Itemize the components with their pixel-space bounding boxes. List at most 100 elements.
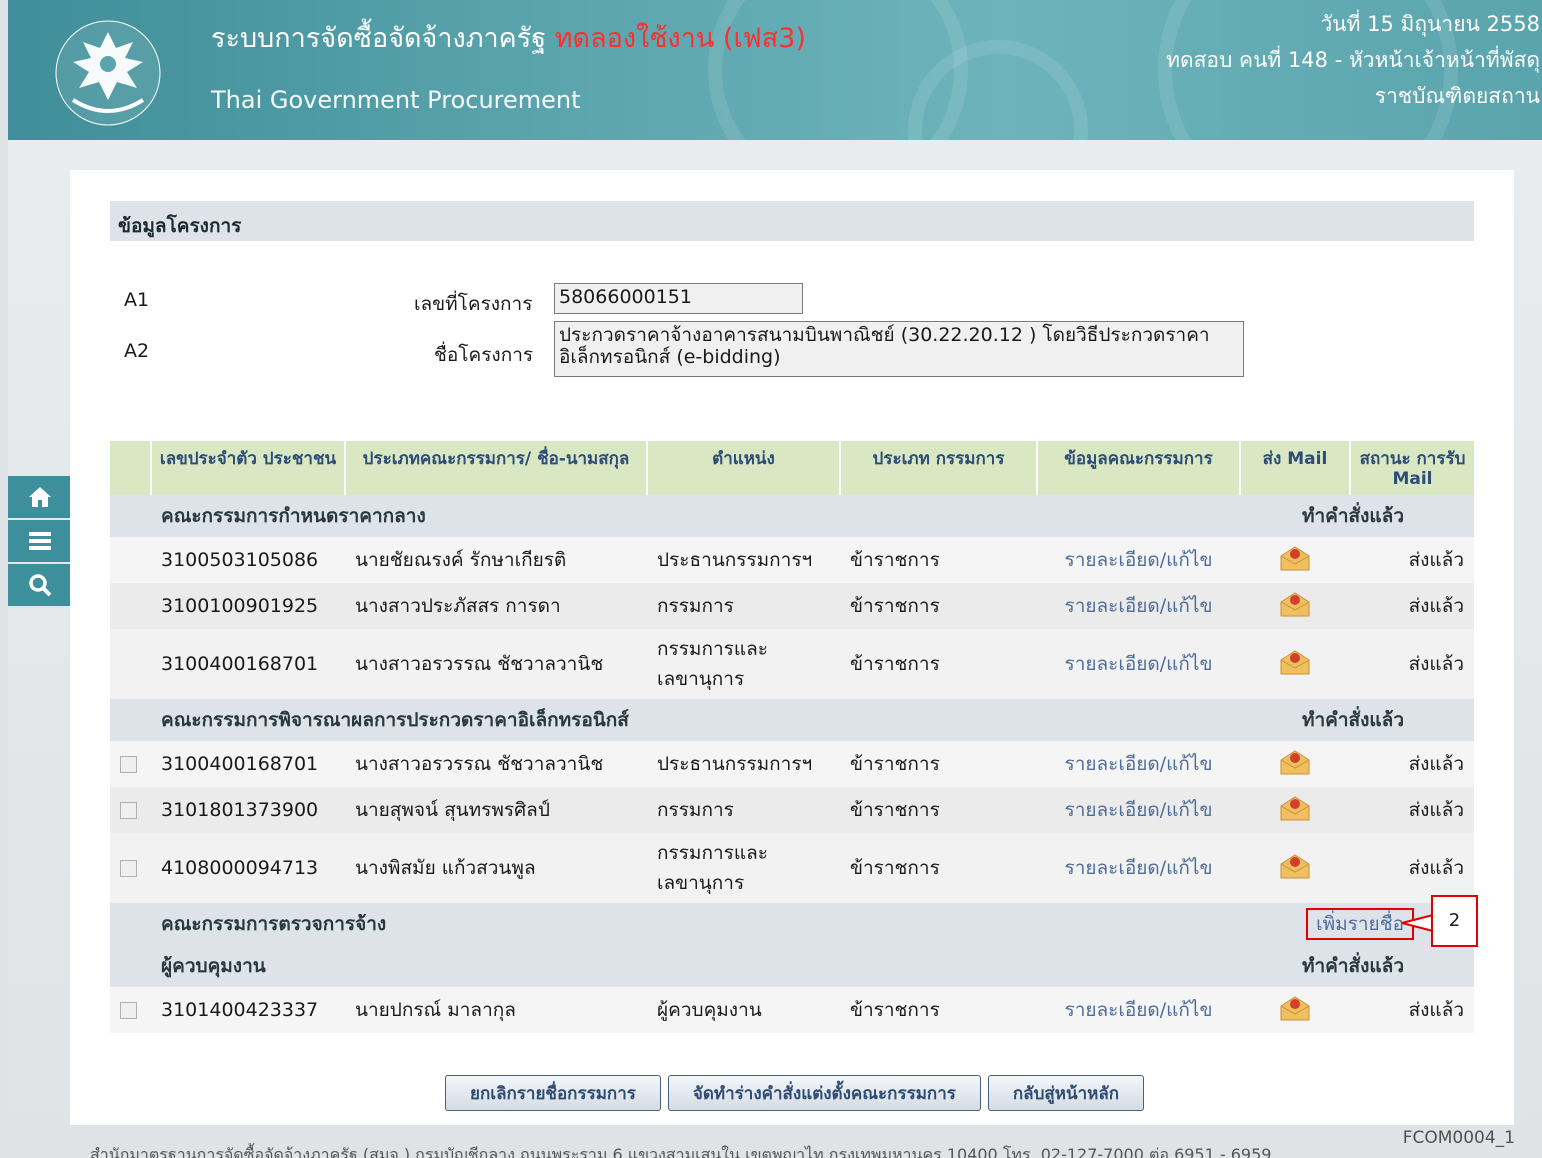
member-type: ข้าราชการ — [840, 987, 1037, 1033]
group-name: คณะกรรมการพิจารณาผลการประกวดราคาอิเล็กทร… — [151, 699, 1240, 741]
group-name: คณะกรรมการตรวจการจ้าง — [151, 903, 1240, 945]
send-mail-button[interactable] — [1240, 629, 1350, 699]
page-code: FCOM0004_1 — [1402, 1128, 1515, 1148]
member-type: ข้าราชการ — [840, 787, 1037, 833]
group-row: คณะกรรมการพิจารณาผลการประกวดราคาอิเล็กทร… — [110, 699, 1474, 741]
send-mail-button[interactable] — [1240, 787, 1350, 833]
send-mail-button[interactable] — [1240, 833, 1350, 903]
user-info: วันที่ 15 มิถุนายน 2558 ทดสอบ คนที่ 148 … — [1166, 6, 1540, 114]
detail-edit-link[interactable]: รายละเอียด/แก้ไข — [1037, 833, 1240, 903]
app-subtitle: Thai Government Procurement — [211, 86, 581, 114]
user-org: ราชบัณฑิตยสถาน — [1374, 84, 1540, 108]
member-type: ข้าราชการ — [840, 833, 1037, 903]
table-row: 3101400423337 นายปกรณ์ มาลากุล ผู้ควบคุม… — [110, 987, 1474, 1033]
citizen-id: 3100100901925 — [151, 583, 345, 629]
mail-status: ส่งแล้ว — [1350, 787, 1474, 833]
row-checkbox-cell — [110, 787, 151, 833]
table-row: 3100503105086 นายชัยณรงค์ รักษาเกียรติ ป… — [110, 537, 1474, 583]
table-row: 4108000094713 นางพิสมัย แก้วสวนพูล กรรมก… — [110, 833, 1474, 903]
garuda-seal-icon — [55, 20, 161, 126]
home-icon — [28, 487, 51, 507]
detail-edit-link[interactable]: รายละเอียด/แก้ไข — [1037, 741, 1240, 787]
mail-icon — [1280, 995, 1310, 1020]
app-title-trial: ทดลองใช้งาน (เฟส3) — [554, 23, 806, 54]
member-position: ประธานกรรมการฯ — [647, 741, 840, 787]
member-name: นายสุพจน์ สุนทรพรศิลป์ — [345, 787, 647, 833]
row-checkbox[interactable] — [120, 756, 137, 773]
project-number-field[interactable]: 58066000151 — [554, 283, 803, 314]
field-code-a2: A2 — [124, 340, 150, 362]
member-position: กรรมการและ เลขานุการ — [647, 833, 840, 903]
send-mail-button[interactable] — [1240, 741, 1350, 787]
field-code-a1: A1 — [124, 289, 150, 311]
back-home-button[interactable]: กลับสู่หน้าหลัก — [987, 1075, 1145, 1111]
mail-status: ส่งแล้ว — [1350, 833, 1474, 903]
add-member-link[interactable]: เพิ่มรายชื่อ — [1306, 908, 1414, 940]
draft-order-button[interactable]: จัดทำร่างคำสั่งแต่งตั้งคณะกรรมการ — [667, 1075, 981, 1111]
member-position: ประธานกรรมการฯ — [647, 537, 840, 583]
project-name-field[interactable]: ประกวดราคาจ้างอาคารสนามบินพาณิชย์ (30.22… — [554, 321, 1244, 377]
row-checkbox[interactable] — [120, 860, 137, 877]
mail-icon — [1280, 545, 1310, 570]
search-button[interactable] — [8, 564, 71, 606]
table-row: 3100400168701 นางสาวอรวรรณ ชัชวาลวานิช ก… — [110, 629, 1474, 699]
send-mail-button[interactable] — [1240, 987, 1350, 1033]
row-checkbox-cell — [110, 741, 151, 787]
detail-edit-link[interactable]: รายละเอียด/แก้ไข — [1037, 583, 1240, 629]
home-button[interactable] — [8, 476, 71, 518]
quick-sidebar — [8, 476, 71, 608]
callout-pointer — [1401, 914, 1434, 932]
detail-edit-link[interactable]: รายละเอียด/แก้ไข — [1037, 987, 1240, 1033]
col-header-detail: ข้อมูลคณะกรรมการ — [1036, 441, 1240, 495]
project-info-heading: ข้อมูลโครงการ — [110, 201, 1474, 241]
table-row: 3100400168701 นางสาวอรวรรณ ชัชวาลวานิช ป… — [110, 741, 1474, 787]
member-name: นางสาวอรวรรณ ชัชวาลวานิช — [345, 629, 647, 699]
menu-icon — [28, 532, 51, 550]
send-mail-button[interactable] — [1240, 537, 1350, 583]
header-banner: ระบบการจัดซื้อจัดจ้างภาครัฐ ทดลองใช้งาน … — [8, 0, 1542, 140]
row-checkbox[interactable] — [120, 802, 137, 819]
member-name: นางพิสมัย แก้วสวนพูล — [345, 833, 647, 903]
citizen-id: 3101801373900 — [151, 787, 345, 833]
col-header-name: ประเภทคณะกรรมการ/ ชื่อ-นามสกุล — [344, 441, 647, 495]
committee-table: เลขประจำตัว ประชาชน ประเภทคณะกรรมการ/ ชื… — [110, 441, 1474, 1033]
member-position: กรรมการและ เลขานุการ — [647, 629, 840, 699]
mail-status: ส่งแล้ว — [1350, 987, 1474, 1033]
search-icon — [28, 574, 51, 597]
group-row: ผู้ควบคุมงาน ทำคำสั่งแล้ว — [110, 945, 1474, 987]
app-title: ระบบการจัดซื้อจัดจ้างภาครัฐ ทดลองใช้งาน … — [211, 16, 806, 59]
main-panel: ข้อมูลโครงการ A1 เลขที่โครงการ 580660001… — [70, 170, 1514, 1125]
mail-status: ส่งแล้ว — [1350, 537, 1474, 583]
group-status: ทำคำสั่งแล้ว — [1240, 945, 1474, 987]
current-date: วันที่ 15 มิถุนายน 2558 — [1320, 12, 1540, 36]
project-name-label: ชื่อโครงการ — [434, 344, 534, 366]
table-row: 3100100901925 นางสาวประภัสสร การดา กรรมก… — [110, 583, 1474, 629]
member-position: กรรมการ — [647, 583, 840, 629]
citizen-id: 3100400168701 — [151, 741, 345, 787]
member-name: นางสาวประภัสสร การดา — [345, 583, 647, 629]
detail-edit-link[interactable]: รายละเอียด/แก้ไข — [1037, 787, 1240, 833]
row-checkbox[interactable] — [120, 1002, 137, 1019]
mail-status: ส่งแล้ว — [1350, 583, 1474, 629]
detail-edit-link[interactable]: รายละเอียด/แก้ไข — [1037, 537, 1240, 583]
action-buttons: ยกเลิกรายชื่อกรรมการ จัดทำร่างคำสั่งแต่ง… — [445, 1075, 1145, 1111]
menu-button[interactable] — [8, 520, 71, 562]
col-header-send-mail: ส่ง Mail — [1239, 441, 1350, 495]
cancel-committee-button[interactable]: ยกเลิกรายชื่อกรรมการ — [445, 1075, 661, 1111]
col-header-mail-status: สถานะ การรับ Mail — [1349, 441, 1474, 495]
table-row: 3101801373900 นายสุพจน์ สุนทรพรศิลป์ กรร… — [110, 787, 1474, 833]
send-mail-button[interactable] — [1240, 583, 1350, 629]
member-type: ข้าราชการ — [840, 537, 1037, 583]
group-name: ผู้ควบคุมงาน — [151, 945, 1240, 987]
member-name: นายชัยณรงค์ รักษาเกียรติ — [345, 537, 647, 583]
project-number-label: เลขที่โครงการ — [414, 293, 533, 315]
detail-edit-link[interactable]: รายละเอียด/แก้ไข — [1037, 629, 1240, 699]
member-position: กรรมการ — [647, 787, 840, 833]
table-header-row: เลขประจำตัว ประชาชน ประเภทคณะกรรมการ/ ชื… — [110, 441, 1474, 495]
mail-icon — [1280, 749, 1310, 774]
member-type: ข้าราชการ — [840, 629, 1037, 699]
mail-icon — [1280, 795, 1310, 820]
col-header-position: ตำแหน่ง — [646, 441, 840, 495]
app-title-main: ระบบการจัดซื้อจัดจ้างภาครัฐ — [211, 23, 547, 54]
group-row: คณะกรรมการกำหนดราคากลาง ทำคำสั่งแล้ว — [110, 495, 1474, 537]
